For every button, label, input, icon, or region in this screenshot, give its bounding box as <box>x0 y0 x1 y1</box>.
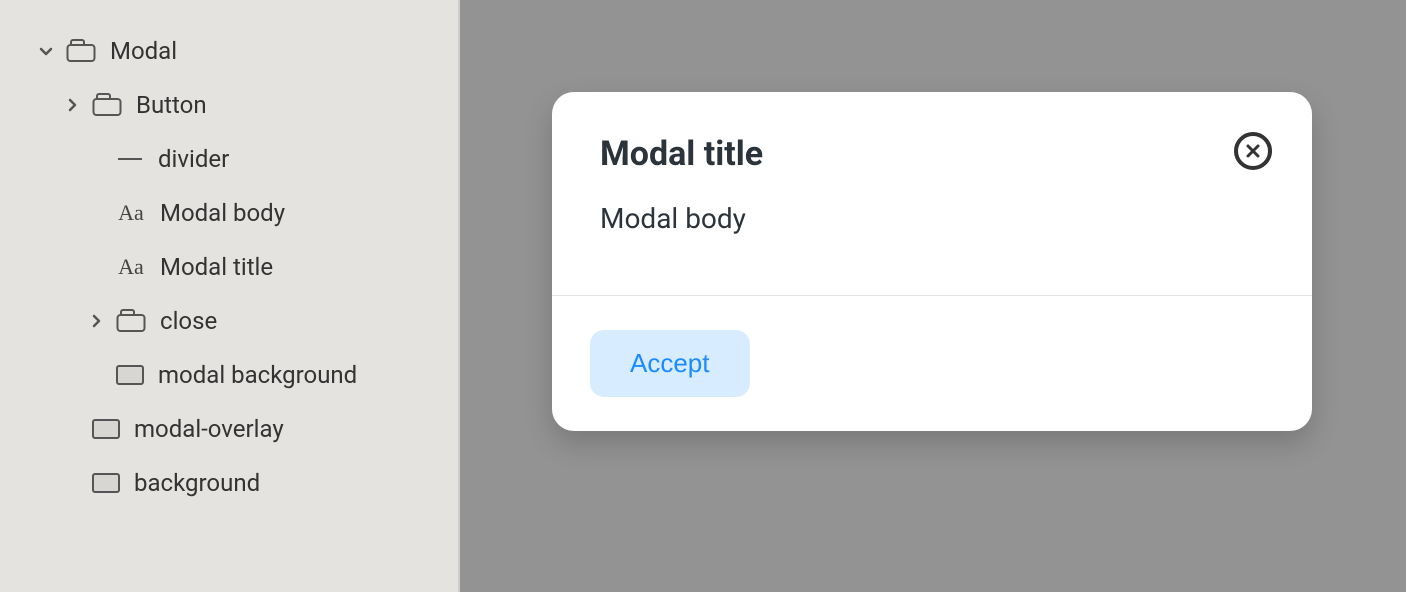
chevron-down-icon <box>36 41 56 61</box>
layer-label: Modal <box>110 37 177 65</box>
layer-tree: Modal Button divider Aa Modal body Aa Modal ti… <box>0 24 458 510</box>
modal-title: Modal title <box>600 134 1264 174</box>
layer-label: divider <box>158 145 229 173</box>
layer-row[interactable]: Button <box>0 78 458 132</box>
modal-dialog: Modal title Modal body Accept <box>552 92 1312 431</box>
rectangle-icon <box>116 365 144 385</box>
text-icon: Aa <box>116 254 146 280</box>
layers-panel: Modal Button divider Aa Modal body Aa Modal ti… <box>0 0 460 592</box>
layer-row[interactable]: Aa Modal title <box>0 240 458 294</box>
layer-row[interactable]: close <box>0 294 458 348</box>
modal-body-text: Modal body <box>600 202 1264 235</box>
layer-label: Modal body <box>160 199 285 227</box>
frame-icon <box>116 309 146 333</box>
text-icon: Aa <box>116 200 146 226</box>
rectangle-icon <box>92 419 120 439</box>
layer-label: background <box>134 469 260 497</box>
layer-row[interactable]: Aa Modal body <box>0 186 458 240</box>
frame-icon <box>92 93 122 117</box>
layer-label: Modal title <box>160 253 273 281</box>
accept-button[interactable]: Accept <box>590 330 750 397</box>
layer-label: modal-overlay <box>134 415 284 443</box>
layer-row[interactable]: modal background <box>0 348 458 402</box>
close-icon <box>1246 144 1260 158</box>
chevron-right-icon <box>86 311 106 331</box>
line-icon <box>116 149 144 169</box>
layer-row[interactable]: modal-overlay <box>0 402 458 456</box>
layer-label: Button <box>136 91 207 119</box>
frame-icon <box>66 39 96 63</box>
layer-row[interactable]: Modal <box>0 24 458 78</box>
canvas[interactable]: Modal title Modal body Accept <box>460 0 1406 592</box>
chevron-right-icon <box>62 95 82 115</box>
close-button[interactable] <box>1234 132 1272 170</box>
layer-row[interactable]: divider <box>0 132 458 186</box>
modal-footer: Accept <box>552 295 1312 431</box>
modal-body-area: Modal title Modal body <box>552 92 1312 295</box>
rectangle-icon <box>92 473 120 493</box>
layer-label: modal background <box>158 361 357 389</box>
layer-row[interactable]: background <box>0 456 458 510</box>
layer-label: close <box>160 307 217 335</box>
